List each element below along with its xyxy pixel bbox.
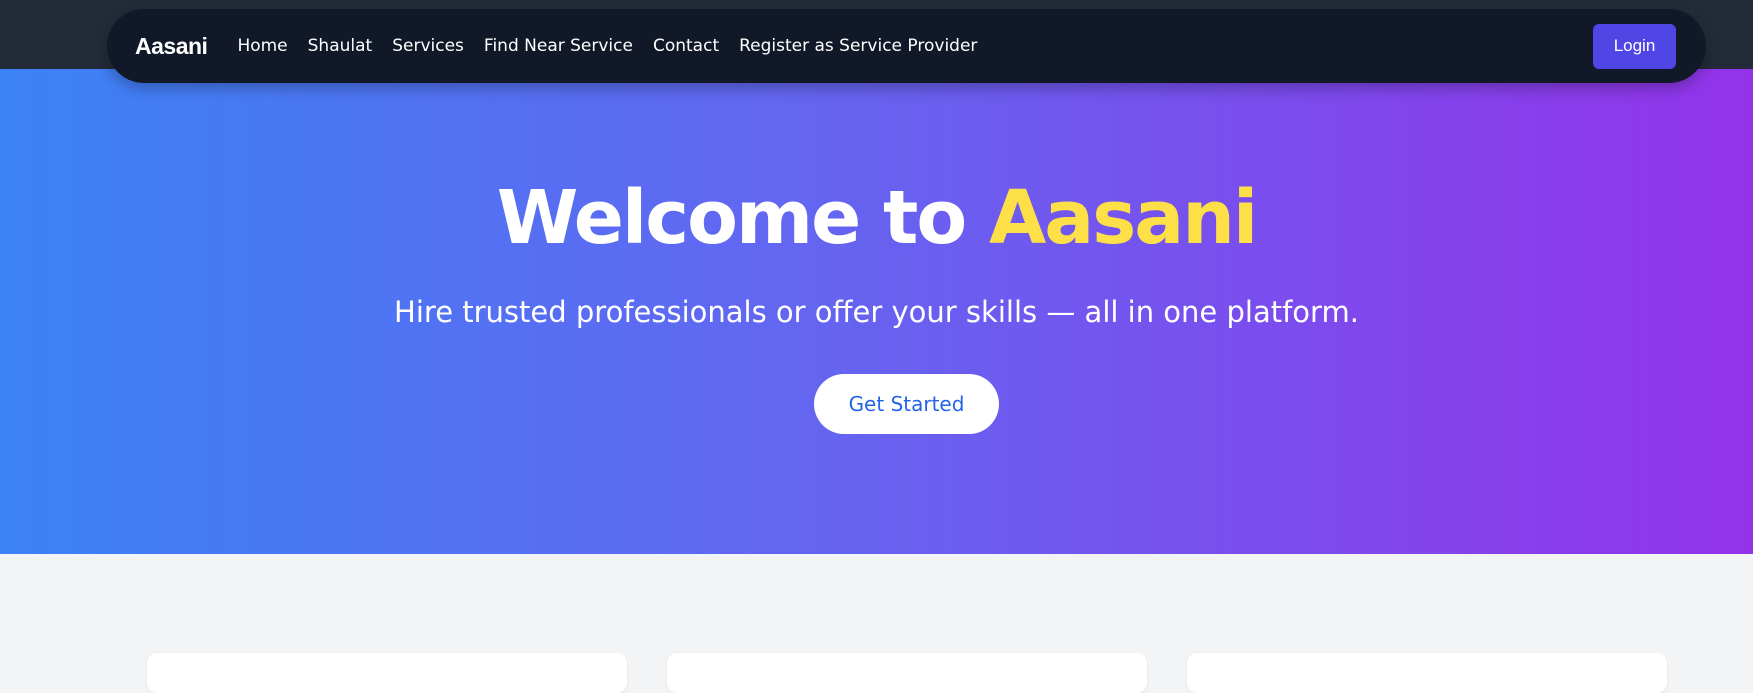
nav-link-shaulat[interactable]: Shaulat bbox=[308, 36, 373, 56]
hero-title-prefix: Welcome to bbox=[496, 175, 990, 261]
feature-card bbox=[147, 653, 627, 693]
hero-title-accent: Aasani bbox=[989, 175, 1258, 261]
hero-title: Welcome to Aasani bbox=[0, 181, 1753, 255]
nav-link-contact[interactable]: Contact bbox=[653, 36, 719, 56]
login-button[interactable]: Login bbox=[1593, 23, 1676, 69]
nav-link-services[interactable]: Services bbox=[392, 36, 464, 56]
hero-section: Welcome to Aasani Hire trusted professio… bbox=[0, 69, 1753, 554]
nav-link-home[interactable]: Home bbox=[237, 36, 287, 56]
feature-card bbox=[1187, 653, 1667, 693]
feature-card bbox=[667, 653, 1147, 693]
navbar: Aasani Home Shaulat Services Find Near S… bbox=[107, 9, 1706, 83]
features-section bbox=[0, 554, 1753, 693]
brand-logo[interactable]: Aasani bbox=[135, 33, 208, 60]
nav-links: Home Shaulat Services Find Near Service … bbox=[237, 36, 997, 56]
get-started-button[interactable]: Get Started bbox=[814, 374, 999, 434]
nav-link-register-provider[interactable]: Register as Service Provider bbox=[739, 36, 977, 56]
hero-subtitle: Hire trusted professionals or offer your… bbox=[394, 295, 1359, 329]
nav-link-find-near-service[interactable]: Find Near Service bbox=[484, 36, 633, 56]
